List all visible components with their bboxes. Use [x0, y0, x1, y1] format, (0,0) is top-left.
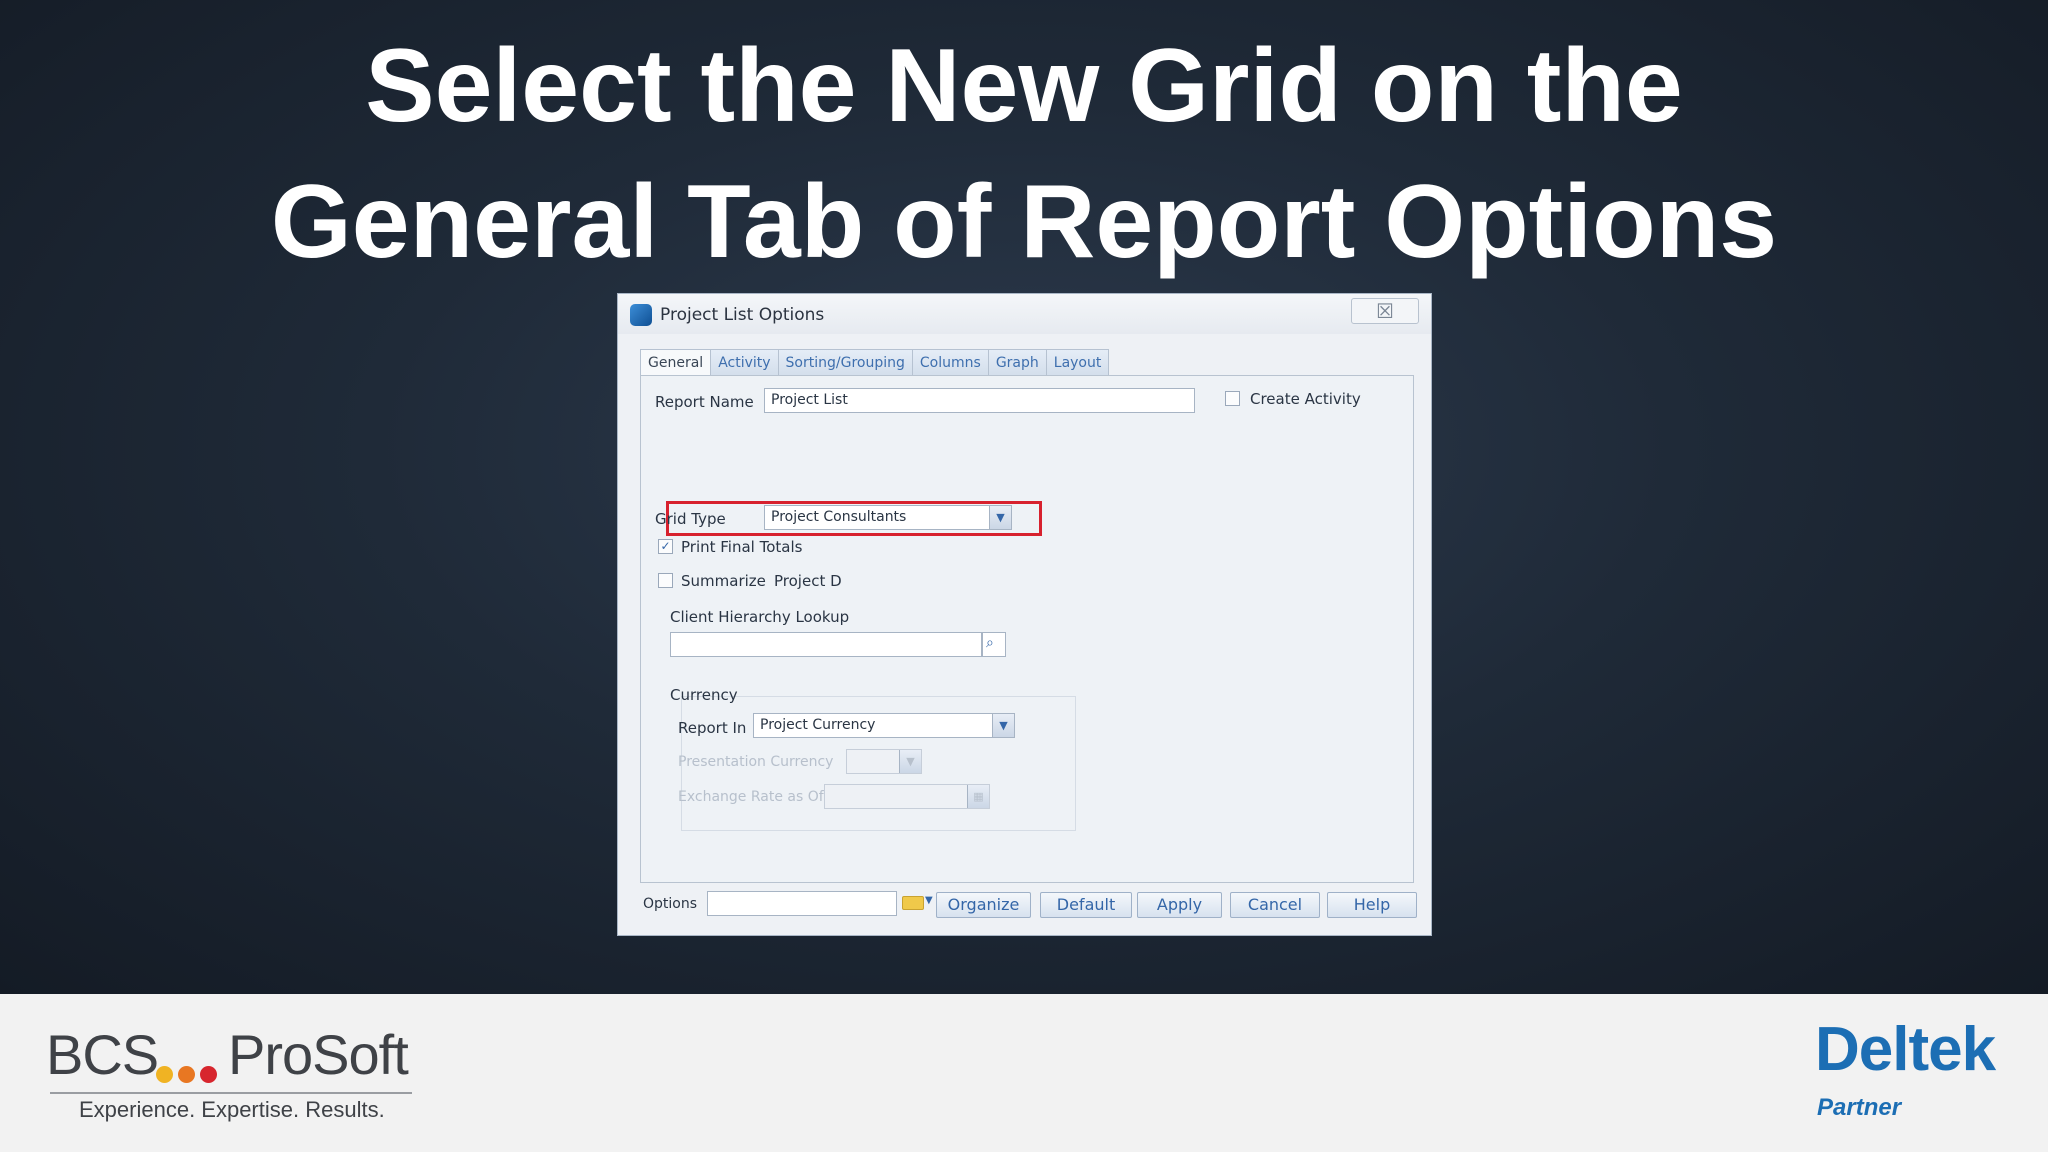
grid-type-value: Project Consultants — [771, 509, 907, 525]
create-activity-label: Create Activity — [1250, 390, 1361, 408]
presentation-currency-select: ▼ — [846, 749, 922, 774]
tab-columns[interactable]: Columns — [911, 349, 989, 376]
exchange-rate-date-input: ▦ — [824, 784, 990, 809]
calendar-icon: ▦ — [967, 785, 989, 808]
report-in-label: Report In — [678, 719, 747, 737]
tab-general[interactable]: General — [640, 349, 712, 377]
tab-sorting-grouping[interactable]: Sorting/Grouping — [777, 349, 913, 376]
folder-icon[interactable] — [902, 896, 924, 910]
chevron-down-icon[interactable]: ▼ — [925, 895, 933, 906]
create-activity-checkbox[interactable] — [1225, 391, 1240, 406]
apply-button[interactable]: Apply — [1137, 892, 1222, 918]
print-final-totals-label: Print Final Totals — [681, 538, 803, 556]
client-hierarchy-input[interactable] — [670, 632, 982, 657]
dialog-title: Project List Options — [660, 305, 825, 325]
dialog-titlebar: Project List Options ☒ — [618, 294, 1431, 334]
presentation-currency-label: Presentation Currency — [678, 754, 834, 770]
default-button[interactable]: Default — [1040, 892, 1132, 918]
slide-title-line-1: Select the New Grid on the — [365, 28, 1683, 144]
exchange-rate-label: Exchange Rate as Of — [678, 789, 824, 805]
slide-title: Select the New Grid on the General Tab o… — [0, 18, 2048, 290]
bcs-logo-text-left: BCS — [46, 1023, 159, 1086]
options-input[interactable] — [707, 891, 897, 916]
logo-dot-red — [200, 1066, 217, 1083]
bcs-logo-text-right: ProSoft — [228, 1023, 409, 1086]
dialog-footer: Options ▼ Organize Default Apply Cancel … — [618, 882, 1431, 934]
close-button[interactable]: ☒ — [1351, 298, 1419, 324]
summarize-checkbox[interactable] — [658, 573, 673, 588]
tab-graph[interactable]: Graph — [987, 349, 1047, 376]
project-list-options-dialog: Project List Options ☒ General Activity … — [617, 293, 1432, 936]
tab-activity[interactable]: Activity — [710, 349, 779, 376]
report-in-select[interactable]: Project Currency ▼ — [753, 713, 1015, 738]
deltek-partner-label: Partner — [1817, 1094, 1902, 1121]
report-in-value: Project Currency — [760, 717, 876, 733]
bcs-tagline: Experience. Expertise. Results. — [79, 1097, 385, 1122]
chevron-down-icon: ▼ — [989, 506, 1011, 529]
organize-button[interactable]: Organize — [936, 892, 1031, 918]
grid-type-label: Grid Type — [655, 510, 726, 528]
lookup-search-icon[interactable]: ⌕ — [982, 632, 1006, 657]
logo-dot-orange — [178, 1066, 195, 1083]
chevron-down-icon: ▼ — [899, 750, 921, 773]
help-button[interactable]: Help — [1327, 892, 1417, 918]
deltek-logo: Deltek — [1815, 1015, 1996, 1084]
app-icon — [630, 304, 652, 326]
chevron-down-icon: ▼ — [992, 714, 1014, 737]
general-tab-panel: Report Name Project List Create Activity… — [640, 375, 1414, 883]
logo-divider — [50, 1092, 412, 1094]
grid-type-select[interactable]: Project Consultants ▼ — [764, 505, 1012, 530]
bcs-prosoft-logo: BCS ProSoft Experience. Expertise. Resul… — [46, 1022, 446, 1127]
cancel-button[interactable]: Cancel — [1230, 892, 1320, 918]
options-label: Options — [643, 896, 698, 912]
report-name-input[interactable]: Project List — [764, 388, 1195, 413]
report-name-label: Report Name — [655, 393, 754, 411]
close-icon: ☒ — [1376, 299, 1394, 323]
tab-layout[interactable]: Layout — [1045, 349, 1110, 376]
slide-title-line-2: General Tab of Report Options — [270, 164, 1778, 280]
print-final-totals-checkbox[interactable]: ✓ — [658, 539, 673, 554]
brand-footer: BCS ProSoft Experience. Expertise. Resul… — [0, 994, 2048, 1152]
currency-group-label: Currency — [670, 686, 738, 704]
summarize-label: Summarize — [681, 572, 766, 590]
options-tabs: General Activity Sorting/Grouping Column… — [640, 349, 1110, 377]
client-hierarchy-label: Client Hierarchy Lookup — [670, 608, 850, 626]
summarize-value: Project D — [774, 572, 842, 590]
logo-dot-yellow — [156, 1066, 173, 1083]
